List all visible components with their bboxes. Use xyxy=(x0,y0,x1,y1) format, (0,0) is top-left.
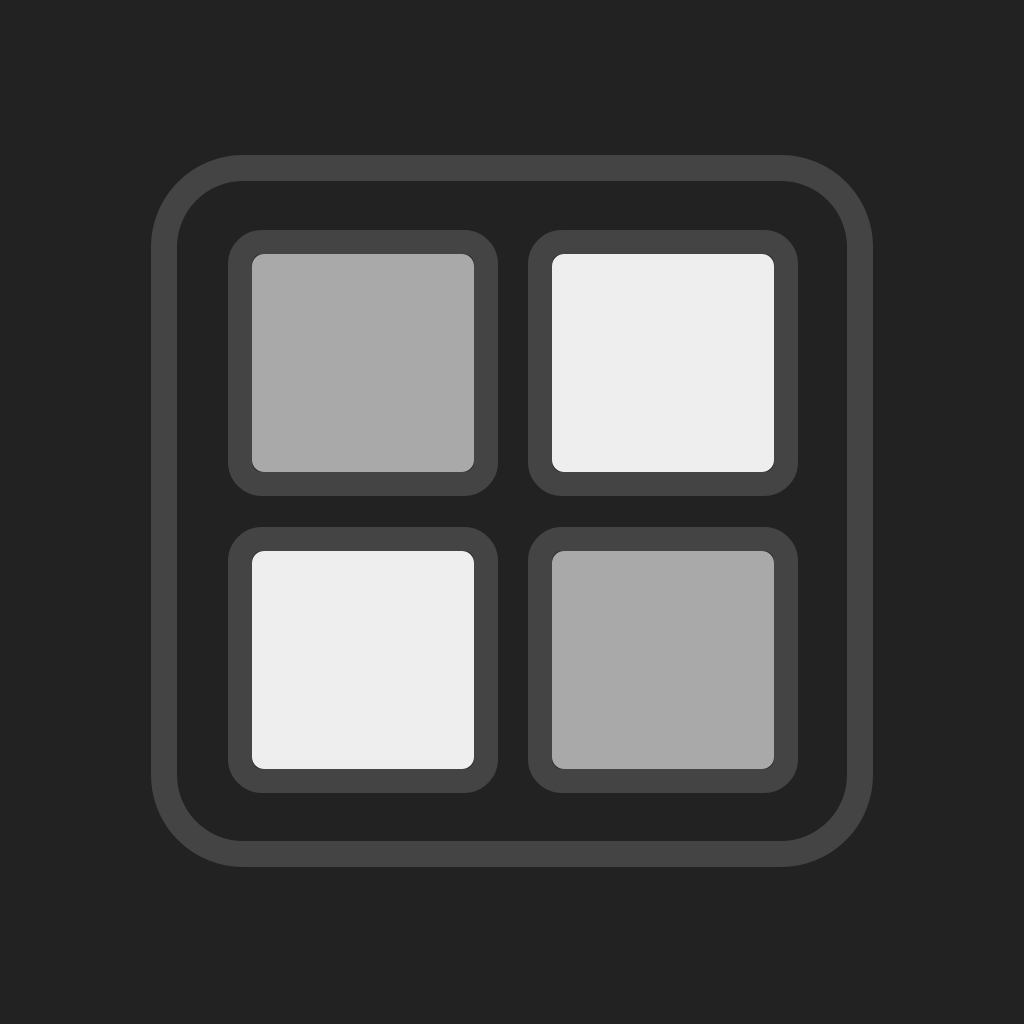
tile-bottom-left-fill xyxy=(252,551,474,769)
icon-canvas xyxy=(0,0,1024,1024)
tile-bottom-left[interactable] xyxy=(228,527,498,793)
tile-top-right[interactable] xyxy=(528,230,798,496)
tile-bottom-right-fill xyxy=(552,551,774,769)
tile-bottom-right[interactable] xyxy=(528,527,798,793)
tile-top-left-fill xyxy=(252,254,474,472)
tile-top-right-fill xyxy=(552,254,774,472)
tile-top-left[interactable] xyxy=(228,230,498,496)
